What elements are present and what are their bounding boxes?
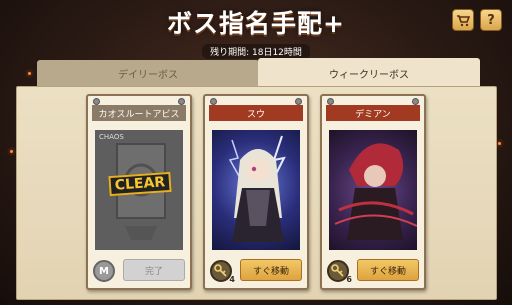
key-icon: 4	[210, 260, 235, 284]
ember-particle	[28, 72, 31, 75]
boss-portrait: CHAOS CLEAR	[95, 130, 183, 250]
pin-icon	[295, 98, 302, 105]
tab-daily-boss[interactable]: デイリーボス	[37, 60, 259, 86]
boss-portrait	[329, 130, 417, 250]
ember-particle	[10, 150, 13, 153]
button-label: すぐ移動	[369, 266, 406, 277]
boss-name-header: カオスルートアビス	[92, 105, 186, 121]
reward-mark: M	[99, 265, 109, 277]
tab-weekly-boss[interactable]: ウィークリーボス	[258, 58, 480, 88]
title-bar: ボス指名手配+ 残り期間: 18日12時間	[120, 4, 392, 59]
m-coin-icon: M	[93, 260, 115, 282]
cart-icon	[457, 14, 470, 26]
boss-name: スウ	[246, 109, 265, 120]
pin-icon	[210, 98, 217, 105]
boss-card-root-abyss[interactable]: カオスルートアビス CHAOS CLEAR M 完了	[86, 94, 192, 290]
go-now-button[interactable]: すぐ移動	[357, 259, 419, 281]
pin-icon	[327, 98, 334, 105]
key-count: 4	[229, 275, 235, 284]
boss-name: デミアン	[355, 109, 391, 120]
pin-icon	[178, 98, 185, 105]
key-count: 6	[346, 275, 352, 284]
key-glyph	[214, 264, 227, 277]
page-title: ボス指名手配+	[167, 9, 345, 38]
pin-icon	[412, 98, 419, 105]
boss-card-suu[interactable]: スウ 4 すぐ移動	[203, 94, 309, 290]
boss-name-header: スウ	[209, 105, 303, 121]
boss-name: カオスルートアビス	[98, 109, 180, 120]
key-glyph	[331, 264, 344, 277]
help-button[interactable]: ?	[480, 9, 502, 31]
pin-icon	[93, 98, 100, 105]
button-label: すぐ移動	[252, 266, 289, 277]
shop-button[interactable]	[452, 9, 474, 31]
suu-portrait	[228, 135, 286, 242]
boss-card-damien[interactable]: デミアン 6 すぐ移動	[320, 94, 426, 290]
boss-portrait	[212, 130, 300, 250]
go-now-button[interactable]: すぐ移動	[240, 259, 302, 281]
key-icon: 6	[327, 260, 352, 284]
damien-portrait	[334, 143, 417, 240]
remaining-time: 残り期間: 18日12時間	[202, 44, 310, 59]
complete-button: 完了	[123, 259, 185, 281]
help-icon: ?	[487, 12, 495, 28]
tab-label: ウィークリーボス	[329, 69, 409, 81]
boss-name-header: デミアン	[326, 105, 420, 121]
ember-particle	[498, 142, 501, 145]
button-label: 完了	[144, 266, 163, 277]
tab-label: デイリーボス	[118, 69, 178, 81]
